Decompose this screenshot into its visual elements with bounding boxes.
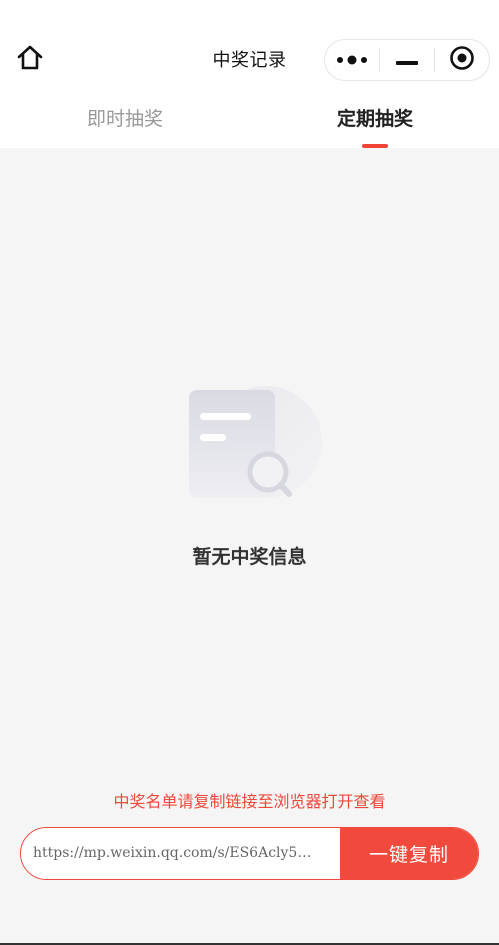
close-button[interactable] <box>435 40 489 80</box>
tab-bar: 即时抽奖 定期抽奖 <box>0 96 499 148</box>
tab-instant-draw[interactable]: 即时抽奖 <box>25 104 225 131</box>
document-search-icon <box>186 380 326 506</box>
tab-scheduled-draw[interactable]: 定期抽奖 <box>275 104 475 131</box>
minimize-button[interactable] <box>380 40 434 80</box>
more-dots-icon <box>335 51 369 70</box>
copy-button[interactable]: 一键复制 <box>340 828 478 879</box>
link-field[interactable]: https://mp.weixin.qq.com/s/ES6Acly5… <box>21 828 340 879</box>
notice-text: 中奖名单请复制链接至浏览器打开查看 <box>113 792 386 811</box>
link-copy-box: https://mp.weixin.qq.com/s/ES6Acly5… 一键复… <box>20 827 479 880</box>
empty-state-text: 暂无中奖信息 <box>192 546 307 568</box>
active-tab-indicator <box>362 144 388 148</box>
top-bar: 中奖记录 <box>0 0 499 96</box>
minimize-icon <box>396 51 418 70</box>
more-button[interactable] <box>325 40 379 80</box>
capsule-menu <box>324 39 490 81</box>
target-close-icon <box>449 45 475 75</box>
